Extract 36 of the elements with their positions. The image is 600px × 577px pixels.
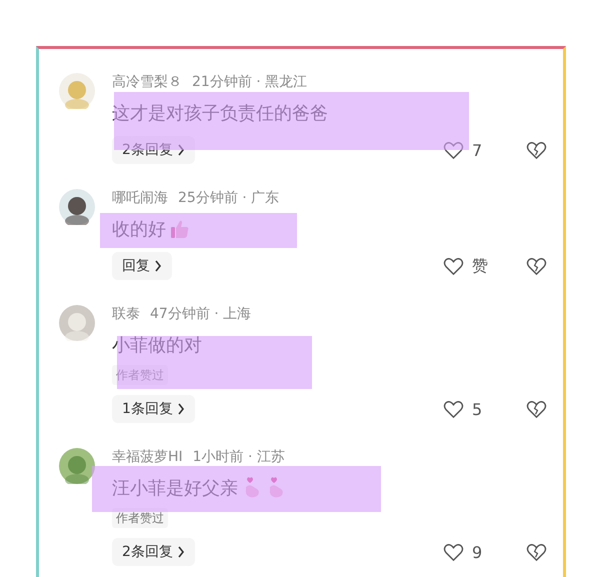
- commenter-name[interactable]: 哪吒闹海: [112, 189, 168, 207]
- reply-button[interactable]: 2条回复: [112, 538, 195, 566]
- chevron-icon: [176, 144, 185, 156]
- broken-heart-icon[interactable]: [526, 400, 547, 418]
- heart-icon[interactable]: [443, 400, 464, 418]
- thumbs-up-icon: [170, 218, 190, 240]
- comment-text: 收的好: [112, 218, 166, 241]
- avatar[interactable]: [59, 189, 95, 225]
- broken-heart-icon[interactable]: [526, 256, 547, 276]
- commenter-name[interactable]: 高冷雪梨８: [112, 73, 182, 91]
- chevron-icon: [154, 260, 162, 272]
- broken-heart-icon[interactable]: [526, 542, 547, 562]
- comment-text: 汪小菲是好父亲: [112, 477, 238, 500]
- author-liked-label: 作者赞过: [112, 508, 168, 528]
- reply-button[interactable]: 回复: [112, 252, 172, 280]
- comment-time: 25分钟前 · 广东: [178, 189, 280, 207]
- like-count: 7: [472, 140, 482, 160]
- commenter-name[interactable]: 幸福菠萝HI: [112, 448, 183, 466]
- commenter-name[interactable]: 联泰: [112, 305, 140, 323]
- chevron-icon: [176, 403, 185, 415]
- comment-time: 21分钟前 · 黑龙江: [192, 73, 308, 91]
- broken-heart-icon[interactable]: [526, 140, 547, 160]
- like-count: 赞: [472, 256, 488, 276]
- like-count: 9: [472, 542, 482, 562]
- like-count: 5: [472, 400, 482, 418]
- comment-time: 47分钟前 · 上海: [150, 305, 252, 323]
- heart-icon[interactable]: [443, 140, 464, 160]
- avatar[interactable]: [59, 448, 95, 484]
- reply-button[interactable]: 1条回复: [112, 395, 195, 423]
- comment-text: 这才是对孩子负责任的爸爸: [112, 102, 328, 125]
- comment-time: 1小时前 · 江苏: [192, 448, 285, 466]
- heart-icon[interactable]: [443, 542, 464, 562]
- reply-button[interactable]: 2条回复: [112, 136, 195, 164]
- comment-text: 小菲做的对: [112, 334, 202, 357]
- chevron-icon: [176, 546, 185, 558]
- heart-icon[interactable]: [443, 256, 464, 276]
